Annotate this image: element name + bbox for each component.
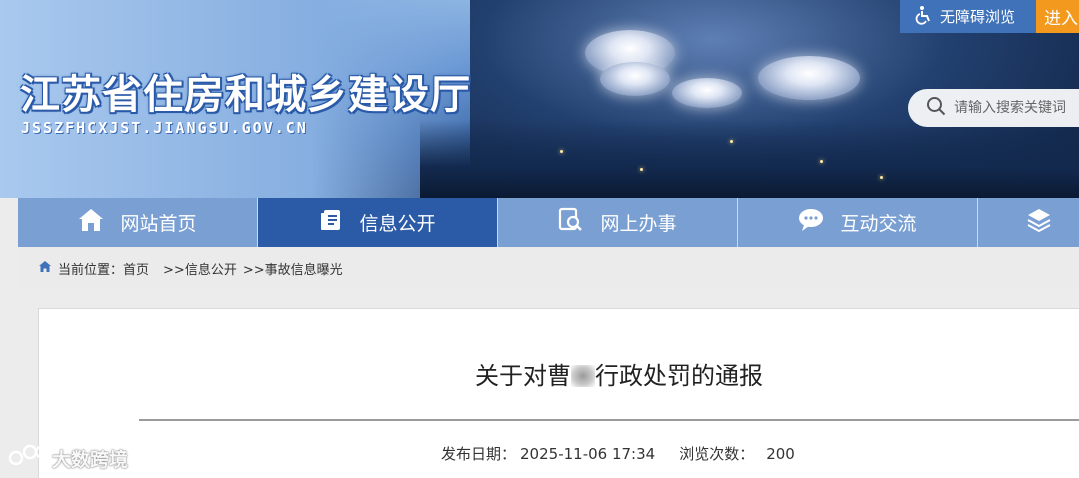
breadcrumb-accident-link[interactable]: >>事故信息曝光 xyxy=(243,259,343,278)
site-title: 江苏省住房和城乡建设厅 xyxy=(20,72,471,118)
nav-item-label: 网站首页 xyxy=(120,213,197,235)
stadium-dome xyxy=(672,78,742,108)
views-label: 浏览次数： xyxy=(679,445,755,463)
wheelchair-icon xyxy=(914,5,934,29)
header-banner: 江苏省住房和城乡建设厅 JSSZFHCXJST.JIANGSU.GOV.CN 无… xyxy=(0,0,1079,198)
nav-item-label: 网上办事 xyxy=(600,213,677,235)
layers-icon xyxy=(1026,207,1052,238)
search-icon xyxy=(926,96,946,120)
breadcrumb-home-link[interactable]: 首页 xyxy=(123,259,149,278)
enter-button[interactable]: 进入 xyxy=(1036,0,1079,33)
watermark-logo-icon xyxy=(8,443,48,474)
nav-item-label: 信息公开 xyxy=(359,213,436,235)
location-home-icon xyxy=(38,260,52,277)
article-title-part: 关于对曹 xyxy=(475,362,571,390)
stadium-dome xyxy=(600,62,670,96)
title-divider xyxy=(139,419,1079,421)
search-box xyxy=(908,89,1079,127)
article-meta: 发布日期： 2025-11-06 17:34 浏览次数： 200 xyxy=(441,443,799,464)
article-title-part: 行政处罚的通报 xyxy=(595,362,763,390)
chat-icon xyxy=(798,208,824,237)
redacted-name-blur xyxy=(571,365,595,387)
main-nav: 网站首页 信息公开 网上办事 互动交流 xyxy=(18,198,1079,247)
magnify-document-icon xyxy=(558,207,584,238)
article-panel: 关于对曹 行政处罚的通报 发布日期： 2025-11-06 17:34 浏览次数： 20… xyxy=(38,308,1079,478)
watermark-text: 大数跨境 xyxy=(52,449,129,471)
nav-item-home[interactable]: 网站首页 xyxy=(18,198,258,247)
site-domain: JSSZFHCXJST.JIANGSU.GOV.CN xyxy=(21,119,308,137)
breadcrumb-prefix: 当前位置： xyxy=(58,262,124,278)
article-title: 关于对曹 行政处罚的通报 xyxy=(39,356,1079,391)
publish-date-value: 2025-11-06 17:34 xyxy=(520,445,656,463)
accessibility-button[interactable]: 无障碍浏览 xyxy=(900,0,1036,33)
views-value: 200 xyxy=(766,445,795,463)
nav-item-info-disclosure[interactable]: 信息公开 xyxy=(258,198,498,247)
publish-date-label: 发布日期： xyxy=(441,445,517,463)
nav-item-online-services[interactable]: 网上办事 xyxy=(498,198,738,247)
nav-item-label: 互动交流 xyxy=(840,213,917,235)
search-input[interactable] xyxy=(954,100,1079,116)
nav-item-interaction[interactable]: 互动交流 xyxy=(738,198,978,247)
watermark: 大数跨境 xyxy=(8,443,128,474)
document-icon xyxy=(319,208,343,237)
breadcrumb-info-link[interactable]: >>信息公开 xyxy=(163,259,237,278)
accessibility-label: 无障碍浏览 xyxy=(940,8,1016,26)
home-icon xyxy=(78,208,104,237)
nav-item-more[interactable] xyxy=(978,198,1079,247)
breadcrumb: 当前位置： 首页 >>信息公开 >>事故信息曝光 xyxy=(18,247,1079,289)
stadium-dome xyxy=(758,56,860,100)
